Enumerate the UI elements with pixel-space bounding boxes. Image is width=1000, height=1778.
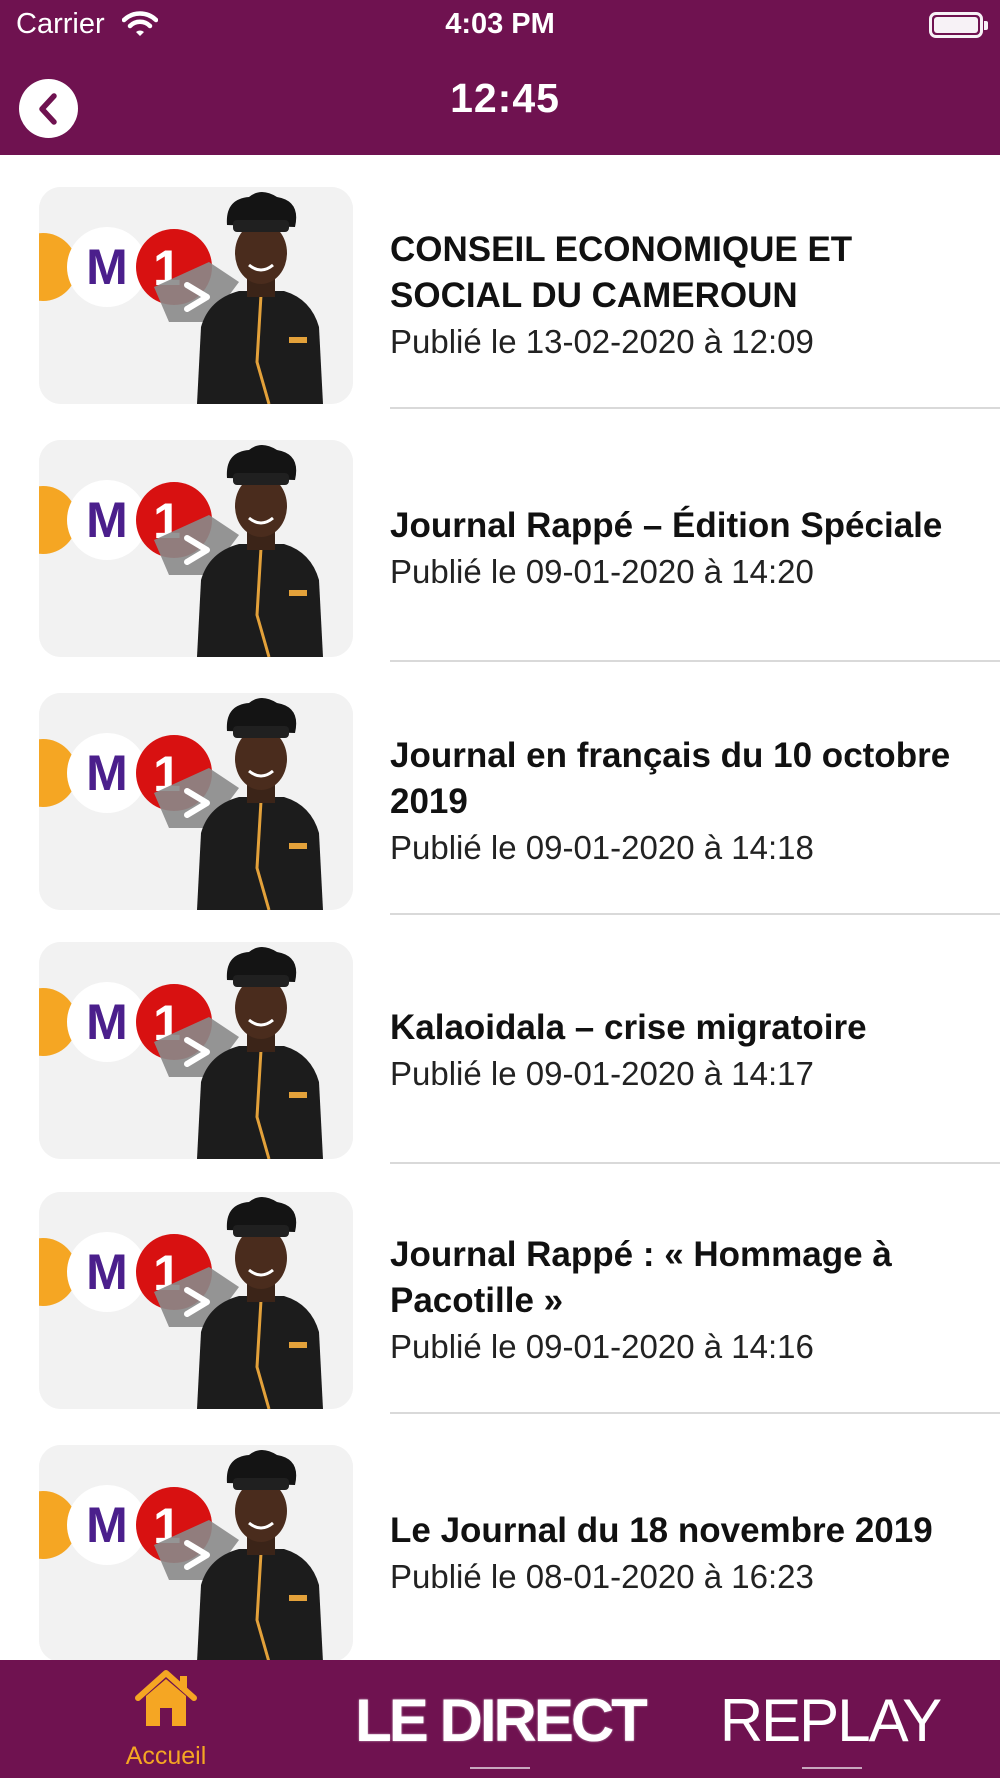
hat-band	[233, 1478, 289, 1490]
thumbnail-image: M1	[39, 1192, 353, 1409]
hat-band	[233, 1225, 289, 1237]
battery-icon	[929, 12, 988, 38]
video-list-item[interactable]: M1 CONSEIL ECONOMIQUE ET SOCIAL DU CAMER…	[0, 155, 1000, 409]
logo-letter: M	[86, 1244, 128, 1300]
tab-home-label: Accueil	[125, 1742, 207, 1770]
video-date: Publié le 09-01-2020 à 14:18	[390, 828, 814, 866]
video-thumbnail[interactable]: M1	[39, 942, 353, 1159]
video-list[interactable]: M1 CONSEIL ECONOMIQUE ET SOCIAL DU CAMER…	[0, 155, 1000, 1660]
tab-bar: Accueil LE DIRECT REPLAY	[0, 1660, 1000, 1778]
video-title: Journal en français du 10 octobre 2019	[390, 735, 951, 821]
thumbnail-image: M1	[39, 440, 353, 657]
video-thumbnail[interactable]: M1	[39, 1445, 353, 1660]
video-date: Publié le 09-01-2020 à 14:20	[390, 552, 814, 590]
video-date: Publié le 09-01-2020 à 14:16	[390, 1327, 814, 1365]
video-thumbnail[interactable]: M1	[39, 440, 353, 657]
jacket-badge	[289, 1342, 307, 1348]
video-title: Journal Rappé – Édition Spéciale	[390, 505, 943, 545]
status-bar: Carrier 4:03 PM	[0, 0, 1000, 50]
logo-letter: M	[86, 745, 128, 801]
video-list-item[interactable]: M1 Le Journal du 18 novembre 2019 Publié…	[0, 1413, 1000, 1660]
thumbnail-image: M1	[39, 693, 353, 910]
video-list-item[interactable]: M1 Journal en français du 10 octobre 201…	[0, 661, 1000, 915]
video-list-item[interactable]: M1 Journal Rappé : « Hommage à Pacotille…	[0, 1160, 1000, 1414]
thumbnail-image: M1	[39, 187, 353, 404]
video-date: Publié le 13-02-2020 à 12:09	[390, 322, 814, 360]
hat-band	[233, 220, 289, 232]
jacket-badge	[289, 843, 307, 849]
video-title: CONSEIL ECONOMIQUE ET SOCIAL DU CAMEROUN	[390, 229, 853, 315]
video-info: Journal en français du 10 octobre 2019 P…	[390, 693, 990, 910]
logo-letter: M	[86, 1497, 128, 1553]
app-header: Carrier 4:03 PM 12:45	[0, 0, 1000, 155]
jacket-badge	[289, 337, 307, 343]
logo-letter: M	[86, 492, 128, 548]
video-date: Publié le 09-01-2020 à 14:17	[390, 1054, 814, 1092]
logo-letter: M	[86, 239, 128, 295]
video-info: CONSEIL ECONOMIQUE ET SOCIAL DU CAMEROUN…	[390, 187, 990, 404]
video-title: Journal Rappé : « Hommage à Pacotille »	[390, 1234, 892, 1320]
video-info: Le Journal du 18 novembre 2019 Publié le…	[390, 1445, 990, 1660]
home-icon	[135, 1670, 197, 1726]
tab-replay[interactable]: REPLAY	[715, 1686, 945, 1756]
hat-band	[233, 473, 289, 485]
video-title: Kalaoidala – crise migratoire	[390, 1007, 867, 1047]
video-thumbnail[interactable]: M1	[39, 1192, 353, 1409]
video-title: Le Journal du 18 novembre 2019	[390, 1510, 933, 1550]
status-time: 4:03 PM	[445, 8, 555, 40]
video-info: Journal Rappé : « Hommage à Pacotille » …	[390, 1192, 990, 1409]
tab-replay-indicator	[802, 1767, 862, 1769]
tab-live[interactable]: LE DIRECT	[355, 1686, 648, 1756]
tab-live-indicator	[470, 1767, 530, 1769]
video-info: Journal Rappé – Édition Spéciale Publié …	[390, 440, 990, 657]
logo-letter: M	[86, 994, 128, 1050]
thumbnail-image: M1	[39, 942, 353, 1159]
video-list-item[interactable]: M1 Kalaoidala – crise migratoire Publié …	[0, 910, 1000, 1164]
video-thumbnail[interactable]: M1	[39, 187, 353, 404]
jacket-badge	[289, 590, 307, 596]
video-date: Publié le 08-01-2020 à 16:23	[390, 1557, 814, 1595]
hat-band	[233, 975, 289, 987]
thumbnail-image: M1	[39, 1445, 353, 1660]
page-title: 12:45	[450, 75, 560, 121]
video-info: Kalaoidala – crise migratoire Publié le …	[390, 942, 990, 1159]
jacket-badge	[289, 1595, 307, 1601]
video-list-item[interactable]: M1 Journal Rappé – Édition Spéciale Publ…	[0, 408, 1000, 662]
tab-home[interactable]: Accueil	[96, 1668, 236, 1778]
jacket-badge	[289, 1092, 307, 1098]
hat-band	[233, 726, 289, 738]
video-thumbnail[interactable]: M1	[39, 693, 353, 910]
